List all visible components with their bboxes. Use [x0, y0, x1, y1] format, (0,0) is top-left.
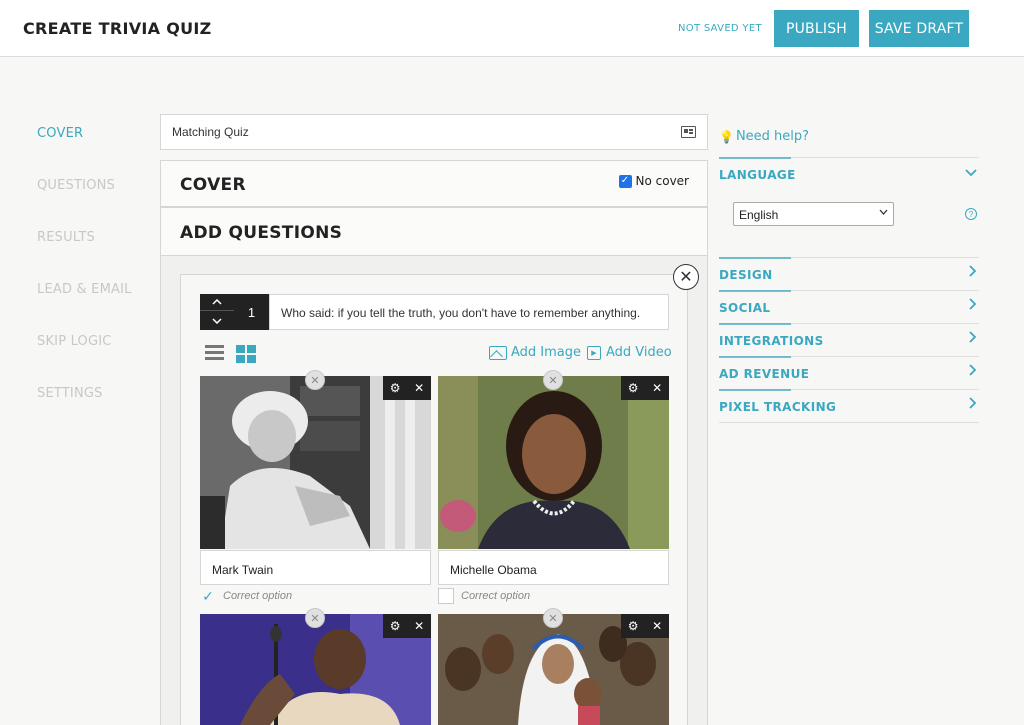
- accent-line: [719, 257, 791, 259]
- accent-line: [719, 323, 791, 325]
- accordion-label: DESIGN: [719, 268, 773, 282]
- publish-button[interactable]: PUBLISH: [774, 10, 859, 47]
- question-text-input[interactable]: Who said: if you tell the truth, you don…: [269, 294, 669, 330]
- accent-line: [719, 356, 791, 358]
- lightbulb-icon: 💡: [719, 129, 734, 144]
- nav-item-questions[interactable]: QUESTIONS: [37, 178, 115, 193]
- video-icon: ▶: [587, 345, 601, 360]
- image-toolbar: ⚙ ✕: [383, 614, 431, 638]
- accordion-ad-revenue[interactable]: AD REVENUE: [719, 356, 979, 389]
- close-icon[interactable]: ✕: [543, 370, 563, 390]
- quiz-title-input[interactable]: Matching Quiz: [160, 114, 708, 150]
- accordion-language[interactable]: LANGUAGE: [719, 157, 979, 190]
- quiz-title-value: Matching Quiz: [172, 125, 249, 139]
- answer-image-2[interactable]: ⚙ ✕: [438, 376, 669, 549]
- accordion-integrations[interactable]: INTEGRATIONS: [719, 323, 979, 356]
- save-draft-button[interactable]: SAVE DRAFT: [869, 10, 969, 47]
- image-toolbar: ⚙ ✕: [621, 376, 669, 400]
- id-card-icon[interactable]: [681, 126, 696, 138]
- answer-image-1[interactable]: ⚙ ✕: [200, 376, 431, 549]
- save-status: NOT SAVED YET: [678, 23, 762, 34]
- add-video-link[interactable]: ▶ Add Video: [587, 345, 672, 360]
- chevron-down-icon: [879, 207, 888, 217]
- close-icon[interactable]: ✕: [305, 608, 325, 628]
- accordion-label: INTEGRATIONS: [719, 334, 824, 348]
- chevron-right-icon[interactable]: [969, 396, 977, 412]
- divider: [719, 422, 979, 423]
- close-icon[interactable]: ✕: [414, 381, 424, 395]
- need-help-link[interactable]: 💡 Need help?: [719, 129, 809, 144]
- accordion-social[interactable]: SOCIAL: [719, 290, 979, 323]
- gear-icon[interactable]: ⚙: [628, 619, 639, 633]
- chevron-down-icon[interactable]: [200, 312, 234, 329]
- accordion-label: PIXEL TRACKING: [719, 400, 837, 414]
- no-cover-label: No cover: [635, 174, 690, 188]
- close-icon[interactable]: ✕: [543, 608, 563, 628]
- gear-icon[interactable]: ⚙: [628, 381, 639, 395]
- answer-label-input[interactable]: Mark Twain: [200, 550, 431, 585]
- checkmark-icon[interactable]: ✓: [618, 174, 632, 188]
- chevron-up-icon[interactable]: [200, 294, 234, 311]
- image-icon: [489, 345, 507, 360]
- accordion-label: LANGUAGE: [719, 168, 796, 182]
- nav-item-skip-logic[interactable]: SKIP LOGIC: [37, 334, 112, 349]
- accordion-label: AD REVENUE: [719, 367, 810, 381]
- close-icon[interactable]: ✕: [652, 619, 662, 633]
- add-image-label: Add Image: [511, 345, 582, 360]
- checkmark-icon[interactable]: ✓: [200, 588, 216, 604]
- language-selected: English: [739, 208, 779, 222]
- grid-view-icon[interactable]: [236, 345, 256, 363]
- chevron-right-icon[interactable]: [969, 363, 977, 379]
- checkbox-empty[interactable]: [438, 588, 454, 604]
- nav-item-settings[interactable]: SETTINGS: [37, 386, 103, 401]
- nav-item-cover[interactable]: COVER: [37, 126, 83, 141]
- help-icon[interactable]: ?: [965, 208, 977, 220]
- chevron-down-icon[interactable]: [965, 164, 977, 180]
- close-icon[interactable]: ✕: [305, 370, 325, 390]
- add-video-label: Add Video: [606, 345, 672, 360]
- chevron-right-icon[interactable]: [969, 264, 977, 280]
- cover-section[interactable]: COVER ✓ No cover: [160, 160, 708, 207]
- cover-heading: COVER: [180, 175, 246, 195]
- nav-item-results[interactable]: RESULTS: [37, 230, 95, 245]
- close-icon[interactable]: ✕: [652, 381, 662, 395]
- correct-option-toggle[interactable]: ✓ Correct option: [200, 588, 292, 604]
- accordion-pixel-tracking[interactable]: PIXEL TRACKING: [719, 389, 979, 422]
- add-image-link[interactable]: Add Image: [489, 345, 581, 360]
- no-cover-checkbox[interactable]: ✓ No cover: [618, 174, 690, 188]
- image-toolbar: ⚙ ✕: [383, 376, 431, 400]
- accordion-label: SOCIAL: [719, 301, 771, 315]
- accent-line: [719, 389, 791, 391]
- chevron-right-icon[interactable]: [969, 330, 977, 346]
- close-icon[interactable]: ✕: [673, 264, 699, 290]
- accent-line: [719, 290, 791, 292]
- chevron-right-icon[interactable]: [969, 297, 977, 313]
- accent-line: [719, 157, 791, 159]
- list-view-icon[interactable]: [205, 345, 224, 361]
- nav-item-lead-email[interactable]: LEAD & EMAIL: [37, 282, 132, 297]
- correct-option-label: Correct option: [461, 590, 531, 602]
- question-number: 1: [234, 294, 269, 330]
- correct-option-toggle[interactable]: Correct option: [438, 588, 530, 604]
- language-select[interactable]: English: [733, 202, 894, 226]
- answer-label-input[interactable]: Michelle Obama: [438, 550, 669, 585]
- gear-icon[interactable]: ⚙: [390, 619, 401, 633]
- page-title: CREATE TRIVIA QUIZ: [23, 19, 212, 38]
- answer-image-3[interactable]: ⚙ ✕: [200, 614, 431, 725]
- question-order-stepper: [200, 294, 234, 330]
- close-icon[interactable]: ✕: [414, 619, 424, 633]
- add-questions-heading: ADD QUESTIONS: [180, 223, 343, 243]
- need-help-label: Need help?: [735, 129, 810, 144]
- answer-image-4[interactable]: ⚙ ✕: [438, 614, 669, 725]
- image-toolbar: ⚙ ✕: [621, 614, 669, 638]
- correct-option-label: Correct option: [223, 590, 293, 602]
- accordion-design[interactable]: DESIGN: [719, 257, 979, 290]
- gear-icon[interactable]: ⚙: [390, 381, 401, 395]
- top-bar: CREATE TRIVIA QUIZ NOT SAVED YET PUBLISH…: [0, 0, 1024, 57]
